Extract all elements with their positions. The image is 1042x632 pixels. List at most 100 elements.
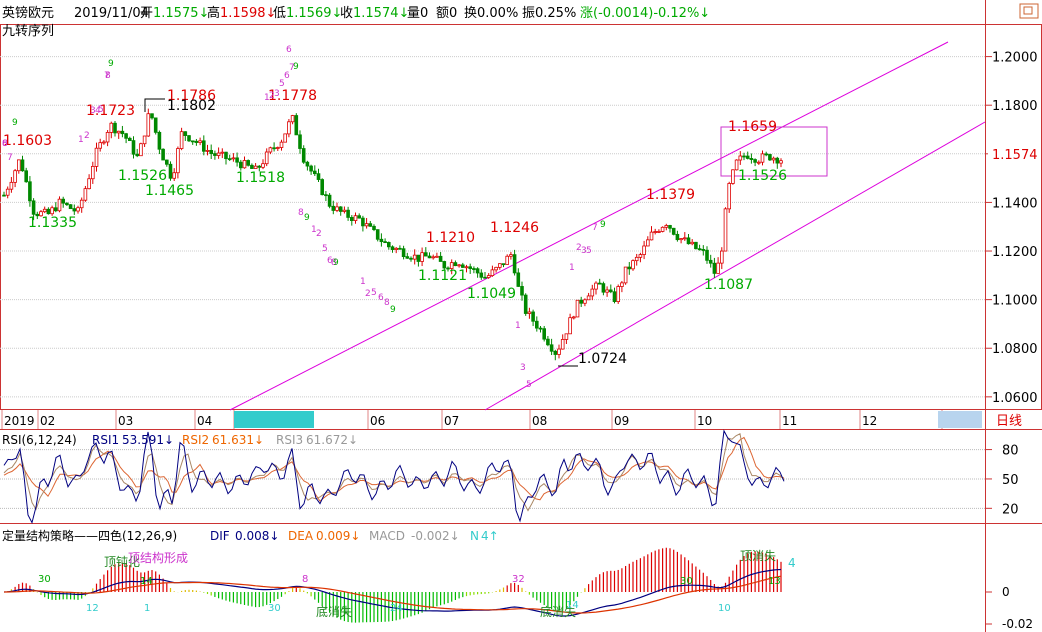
main-panel-frame xyxy=(0,24,1042,410)
candle-body xyxy=(431,256,435,259)
candle-body xyxy=(279,141,284,148)
candle-body xyxy=(505,255,509,265)
candle-body xyxy=(335,206,339,211)
candle-body xyxy=(257,165,262,168)
macd-y-label: -0.02 xyxy=(1002,617,1033,631)
candle-body xyxy=(497,263,502,268)
rsi-y-label: 80 xyxy=(1002,444,1019,459)
td-label: 1 xyxy=(569,263,575,273)
candle-body xyxy=(76,207,80,212)
candle-body xyxy=(768,154,772,161)
candle-body xyxy=(394,247,398,250)
candle-body xyxy=(190,140,195,143)
candle-body xyxy=(486,275,491,278)
candle-body xyxy=(523,294,528,314)
time-label: 12 xyxy=(862,414,877,428)
candle-body xyxy=(727,183,731,210)
candle-body xyxy=(327,194,332,207)
period-button[interactable]: 日线 xyxy=(996,414,1022,429)
chart-canvas[interactable]: 1.16031.13351.17231.17861.18021.15261.14… xyxy=(0,0,1042,632)
time-label: 11 xyxy=(782,414,797,428)
candle-body xyxy=(427,255,432,259)
candle-body xyxy=(490,269,495,277)
candle-body xyxy=(760,153,765,163)
td-label: 3 xyxy=(520,363,526,373)
candle-body xyxy=(31,200,36,215)
candle-body xyxy=(438,255,443,262)
candle-body xyxy=(620,282,624,287)
td-label: 7 xyxy=(7,153,13,163)
candle-body xyxy=(575,299,580,318)
y-tick-label: 1.1800 xyxy=(992,99,1038,114)
candle-body xyxy=(383,241,387,244)
candle-body xyxy=(250,164,254,169)
candle-body xyxy=(83,188,88,201)
candle-body xyxy=(168,163,173,179)
time-label: 06 xyxy=(370,414,385,428)
candle-body xyxy=(572,316,576,319)
window-restore-icon[interactable] xyxy=(1019,3,1039,19)
instrument-name: 英镑欧元 xyxy=(2,5,54,21)
indicator-name: 九转序列 xyxy=(2,24,54,39)
candle-body xyxy=(298,134,302,149)
n-label: N xyxy=(470,529,479,543)
candle-body xyxy=(664,225,669,228)
time-label: 02 xyxy=(40,414,55,428)
dif-value: 0.008↓ xyxy=(235,529,279,543)
td-label: 3 xyxy=(274,89,280,99)
candle-body xyxy=(753,159,757,163)
candle-body xyxy=(594,282,598,290)
candle-body xyxy=(172,172,177,179)
candle-body xyxy=(375,229,380,240)
candle-body xyxy=(216,152,221,156)
candle-body xyxy=(50,207,54,215)
candle-body xyxy=(242,160,247,169)
candle-body xyxy=(305,161,310,167)
candle-body xyxy=(694,241,698,250)
time-label: 09 xyxy=(614,414,629,428)
y-tick-label: 1.1400 xyxy=(992,196,1038,211)
candle-body xyxy=(472,268,476,270)
price-label: 1.1335 xyxy=(28,215,77,231)
macd-count-label: 1 xyxy=(144,603,150,614)
volume-value: 量0 xyxy=(407,6,428,21)
candle-body xyxy=(568,317,572,335)
td-label: 9 xyxy=(12,118,18,128)
td-label: 1 xyxy=(360,277,366,287)
candle-body xyxy=(353,215,358,221)
price-label: 1.1246 xyxy=(490,220,539,236)
td-label: 2 xyxy=(316,229,322,239)
candle-body xyxy=(453,262,458,267)
candle-body xyxy=(646,239,650,247)
candle-body xyxy=(527,311,532,314)
td-label: 5 xyxy=(586,246,592,256)
macd-signal-label: 顶消失 xyxy=(740,548,776,563)
candle-body xyxy=(457,264,461,267)
candle-body xyxy=(361,217,365,227)
macd-count-label: 24 xyxy=(390,603,403,614)
close-label: 收 xyxy=(340,6,353,21)
candle-body xyxy=(398,247,402,250)
candle-body xyxy=(535,320,539,329)
candle-body xyxy=(61,198,65,204)
candle-body xyxy=(483,276,487,279)
rsi-y-label: 50 xyxy=(1002,473,1019,488)
candle-body xyxy=(516,272,521,287)
candle-body xyxy=(435,255,439,258)
macd-count-label: 30 xyxy=(268,603,281,614)
td-label: 9 xyxy=(304,213,310,223)
candle-body xyxy=(42,208,47,213)
td-label: 6 xyxy=(378,293,384,303)
candle-body xyxy=(79,199,84,209)
candle-body xyxy=(28,181,32,202)
candles xyxy=(2,108,783,361)
candle-body xyxy=(120,130,125,135)
low-label: 低 xyxy=(273,6,286,21)
candle-body xyxy=(65,202,69,206)
candle-body xyxy=(368,223,373,227)
candle-body xyxy=(316,173,321,180)
td-label: 1 xyxy=(515,321,521,331)
candle-body xyxy=(649,231,654,241)
time-cursor-box[interactable] xyxy=(234,411,314,428)
change-value: 涨(-0.0014)-0.12%↓ xyxy=(580,6,710,21)
